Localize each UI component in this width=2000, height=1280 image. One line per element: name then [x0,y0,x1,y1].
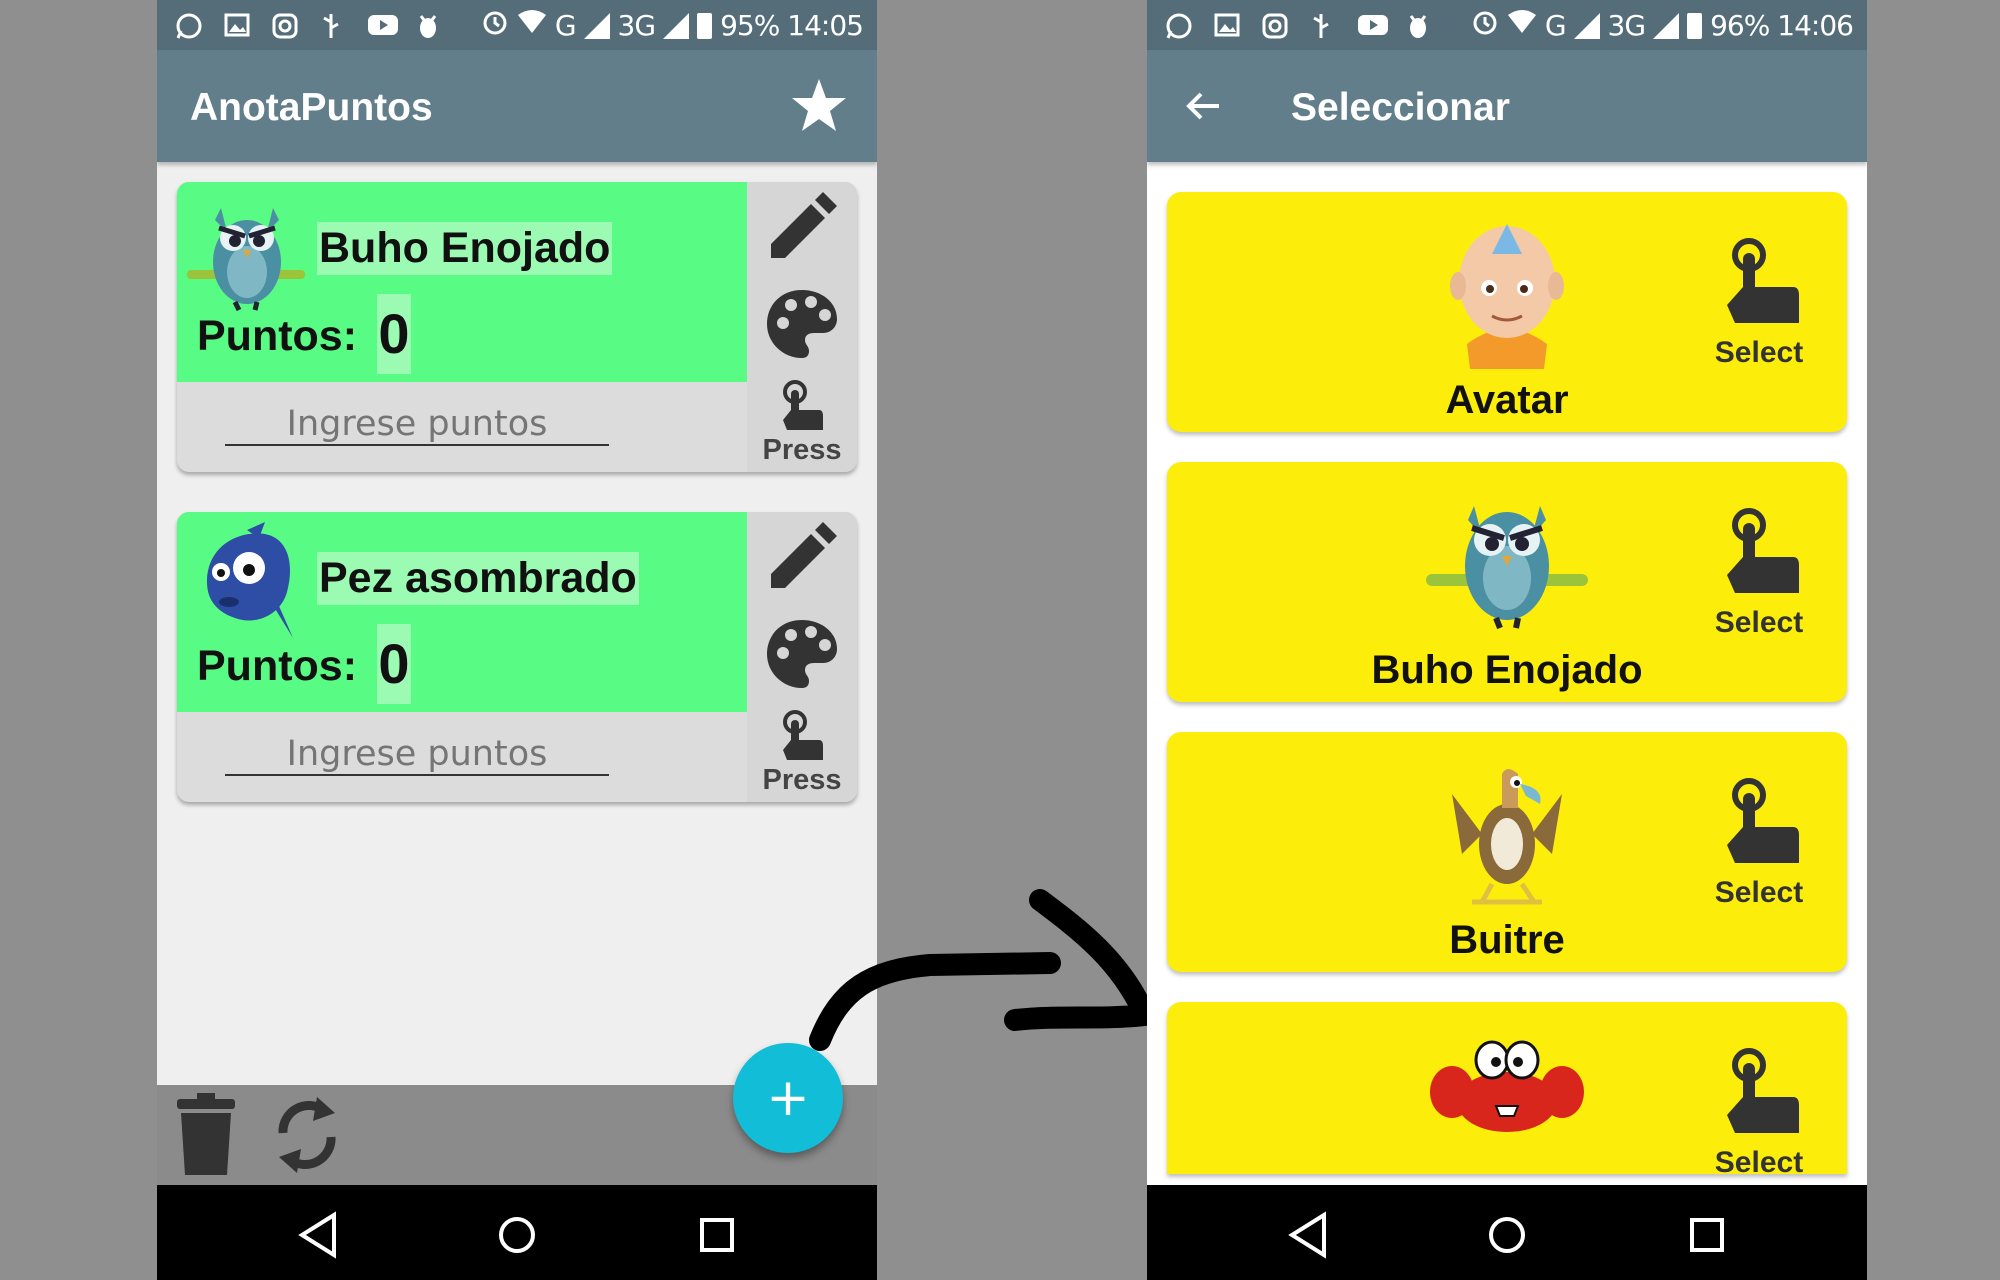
player-card-header: Pez asombrado Puntos: 0 [177,512,747,712]
alarm-icon [1471,8,1499,43]
select-label[interactable]: Select [1699,876,1819,910]
notification-icons [1165,12,1433,39]
pencil-icon[interactable] [765,190,839,264]
points-input[interactable] [225,734,609,776]
select-label[interactable]: Select [1699,1146,1819,1174]
points-label: Puntos: [197,312,358,360]
recents-nav-icon[interactable] [1679,1207,1735,1263]
owl-avatar [187,192,307,312]
app-bar: Seleccionar [1147,50,1867,162]
transition-arrow [809,889,1156,1051]
character-name: Buitre [1449,918,1565,962]
signal-icon [1573,12,1600,39]
back-nav-icon[interactable] [1280,1207,1336,1263]
touch-icon [1723,777,1803,867]
right-phone-screen: G 3G 96% 14:06 Seleccionar Select Avatar… [1147,0,1867,1280]
character-item[interactable]: Select Buitre [1167,732,1847,972]
image-icon [223,12,251,38]
player-card-header: Buho Enojado Puntos: 0 [177,182,747,382]
battery-level: 96% [1710,9,1770,42]
alarm-icon [481,8,509,43]
image-icon [1213,12,1241,38]
network-type-2: 3G [617,9,657,42]
touch-icon [1723,1047,1803,1137]
back-arrow-icon[interactable] [1183,86,1223,126]
debug-icon [415,12,443,38]
status-right: G 3G 96% 14:06 [1471,8,1854,43]
network-type-2: 3G [1607,9,1647,42]
touch-icon[interactable] [781,710,825,762]
signal-icon [583,12,610,39]
whatsapp-icon [175,12,203,39]
left-phone-screen: G 3G 95% 14:05 AnotaPuntos Buho Enojado … [157,0,877,1280]
vulture-image [1422,744,1592,914]
touch-icon [1723,237,1803,327]
clock: 14:05 [787,9,864,42]
instagram-icon [1261,12,1289,39]
network-type: G [554,9,577,42]
star-icon[interactable] [789,76,849,136]
wifi-icon [1507,9,1537,42]
wifi-icon [517,9,547,42]
clock: 14:06 [1777,9,1854,42]
battery-icon [697,12,713,39]
recents-nav-icon[interactable] [689,1207,745,1263]
home-nav-icon[interactable] [489,1207,545,1263]
nav-bar [1147,1185,1867,1280]
app-title: AnotaPuntos [190,86,433,129]
signal-icon-2 [1653,12,1680,39]
touch-icon[interactable] [781,380,825,432]
character-item[interactable]: Select Buho Enojado [1167,462,1847,702]
character-item[interactable]: Select [1167,1002,1847,1174]
select-label[interactable]: Select [1699,606,1819,640]
card-actions: Press [747,512,857,802]
press-button[interactable]: Press [747,764,857,797]
youtube-icon [367,12,398,38]
status-bar: G 3G 96% 14:06 [1147,0,1867,50]
back-nav-icon[interactable] [290,1207,346,1263]
points-value: 0 [377,624,411,704]
character-item[interactable]: Select Avatar [1167,192,1847,432]
press-button[interactable]: Press [747,434,857,467]
card-actions: Press [747,182,857,472]
trash-icon[interactable] [175,1093,237,1177]
points-label: Puntos: [197,642,358,690]
fish-avatar [187,522,307,642]
character-name: Avatar [1445,378,1569,422]
character-name: Buho Enojado [1371,648,1643,692]
battery-level: 95% [720,9,780,42]
usb-icon [319,12,347,38]
whatsapp-icon [1165,12,1193,39]
crab-image [1422,1032,1592,1142]
instagram-icon [271,12,299,39]
select-label[interactable]: Select [1699,336,1819,370]
debug-icon [1405,12,1433,38]
points-value: 0 [377,294,411,374]
battery-icon [1687,12,1703,39]
app-title: Seleccionar [1291,86,1510,129]
home-nav-icon[interactable] [1479,1207,1535,1263]
notification-icons [175,12,443,39]
refresh-icon[interactable] [269,1093,345,1177]
points-input[interactable] [225,404,609,446]
avatar-boy-image [1422,204,1592,374]
pencil-icon[interactable] [765,520,839,594]
status-bar: G 3G 95% 14:05 [157,0,877,50]
touch-icon [1723,507,1803,597]
player-card: Pez asombrado Puntos: 0 Press [177,512,857,802]
player-card: Buho Enojado Puntos: 0 Press [177,182,857,472]
signal-icon-2 [663,12,690,39]
usb-icon [1309,12,1337,38]
nav-bar [157,1185,877,1280]
palette-icon[interactable] [765,617,839,691]
owl-image [1422,474,1592,644]
player-name: Buho Enojado [317,222,613,275]
youtube-icon [1357,12,1388,38]
status-right: G 3G 95% 14:05 [481,8,864,43]
app-bar: AnotaPuntos [157,50,877,162]
palette-icon[interactable] [765,287,839,361]
player-name: Pez asombrado [317,552,639,605]
network-type: G [1544,9,1567,42]
